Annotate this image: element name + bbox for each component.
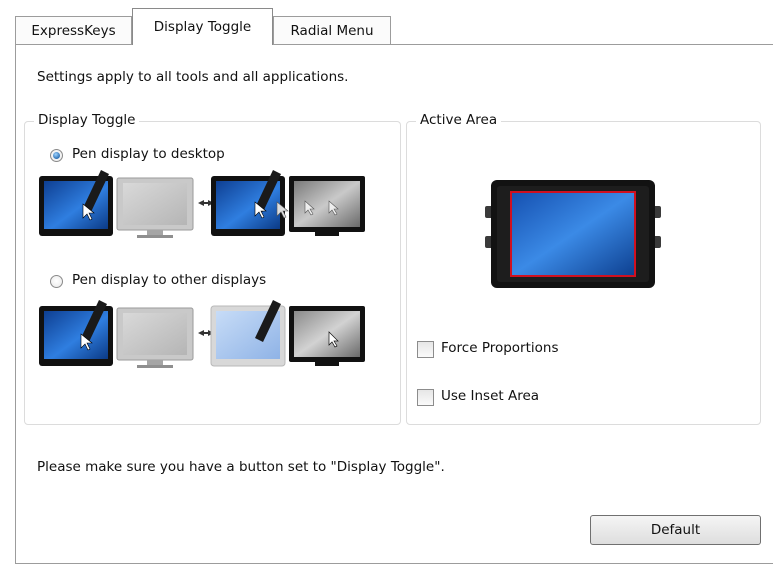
use-inset-area-checkbox[interactable] <box>417 389 434 406</box>
active-area-group: Active Area Force Proportions Use Inset … <box>406 112 761 425</box>
tab-expresskeys-label: ExpressKeys <box>31 23 116 39</box>
tab-display-toggle[interactable]: Display Toggle <box>132 8 273 45</box>
active-area-group-title: Active Area <box>416 112 502 128</box>
option-pen-display-to-other-displays-label: Pen display to other displays <box>72 272 267 288</box>
tablet-active-area-illustration <box>485 180 661 288</box>
radio-pen-display-to-other-displays[interactable] <box>50 275 63 288</box>
force-proportions-label: Force Proportions <box>441 340 559 356</box>
option-pen-display-to-desktop-label: Pen display to desktop <box>72 146 225 162</box>
force-proportions-checkbox[interactable] <box>417 341 434 358</box>
default-button[interactable]: Default <box>590 515 761 545</box>
display-toggle-group: Display Toggle Pen display to desktop Pe… <box>24 112 401 425</box>
tab-radial-menu-label: Radial Menu <box>290 23 374 39</box>
tab-expresskeys[interactable]: ExpressKeys <box>15 16 132 44</box>
other-displays-illustration <box>39 300 365 368</box>
use-inset-area-option[interactable]: Use Inset Area <box>417 388 617 408</box>
info-text: Settings apply to all tools and all appl… <box>37 69 349 85</box>
option-pen-display-to-desktop[interactable]: Pen display to desktop <box>47 146 267 166</box>
option-pen-display-to-other-displays[interactable]: Pen display to other displays <box>47 272 327 292</box>
radio-pen-display-to-desktop[interactable] <box>50 149 63 162</box>
tab-panel: Settings apply to all tools and all appl… <box>15 44 773 564</box>
footer-note: Please make sure you have a button set t… <box>37 459 445 475</box>
active-area-outline <box>510 191 636 277</box>
use-inset-area-label: Use Inset Area <box>441 388 540 404</box>
desktop-toggle-illustration <box>39 170 365 238</box>
tab-display-toggle-label: Display Toggle <box>153 19 252 35</box>
display-toggle-group-title: Display Toggle <box>34 112 140 128</box>
force-proportions-option[interactable]: Force Proportions <box>417 340 617 360</box>
tab-radial-menu[interactable]: Radial Menu <box>273 16 391 44</box>
